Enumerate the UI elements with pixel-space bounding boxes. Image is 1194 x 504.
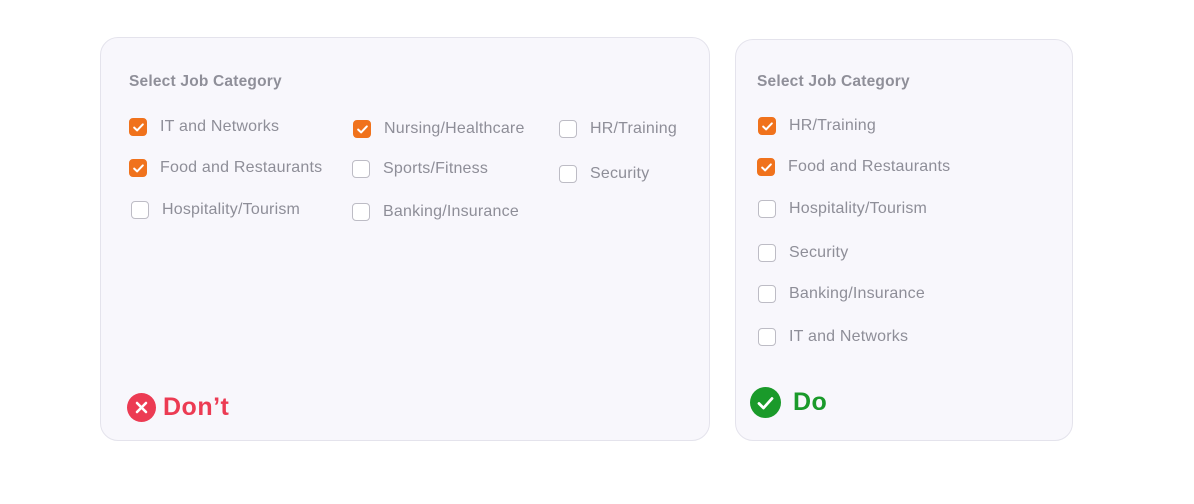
page: Select Job Category IT and Networks Food…	[0, 0, 1194, 504]
do-option-hospitality-tourism[interactable]: Hospitality/Tourism	[758, 198, 927, 220]
option-label: HR/Training	[789, 117, 876, 134]
checkbox-icon[interactable]	[758, 285, 776, 303]
do-example-card: Select Job Category HR/Training Food and…	[735, 39, 1073, 441]
do-option-it-networks[interactable]: IT and Networks	[758, 326, 908, 348]
dont-option-hr-training[interactable]: HR/Training	[559, 118, 677, 140]
do-option-hr-training[interactable]: HR/Training	[758, 115, 876, 137]
do-option-food-restaurants[interactable]: Food and Restaurants	[757, 156, 950, 178]
option-label: IT and Networks	[789, 328, 909, 345]
checkbox-checked-icon[interactable]	[758, 117, 776, 135]
dont-option-food-restaurants[interactable]: Food and Restaurants	[129, 157, 322, 179]
dont-option-sports-fitness[interactable]: Sports/Fitness	[352, 158, 488, 180]
dont-option-nursing-healthcare[interactable]: Nursing/Healthcare	[353, 118, 525, 140]
do-verdict: Do	[750, 387, 827, 418]
checkbox-checked-icon[interactable]	[129, 118, 147, 136]
do-card-title: Select Job Category	[757, 73, 910, 90]
checkbox-icon[interactable]	[131, 201, 149, 219]
do-option-banking-insurance[interactable]: Banking/Insurance	[758, 283, 925, 305]
option-label: Sports/Fitness	[383, 160, 489, 177]
checkbox-icon[interactable]	[352, 203, 370, 221]
dont-option-hospitality-tourism[interactable]: Hospitality/Tourism	[131, 199, 300, 221]
do-option-security[interactable]: Security	[758, 242, 848, 264]
checkbox-icon[interactable]	[758, 200, 776, 218]
option-label: Food and Restaurants	[160, 159, 323, 176]
option-label: Food and Restaurants	[788, 158, 951, 175]
option-label: Security	[590, 165, 650, 182]
dont-option-banking-insurance[interactable]: Banking/Insurance	[352, 201, 519, 223]
checkbox-icon[interactable]	[559, 165, 577, 183]
option-label: IT and Networks	[160, 118, 280, 135]
checkbox-icon[interactable]	[758, 244, 776, 262]
option-label: Security	[789, 244, 849, 261]
checkbox-icon[interactable]	[559, 120, 577, 138]
dont-option-it-networks[interactable]: IT and Networks	[129, 116, 279, 138]
checkbox-icon[interactable]	[352, 160, 370, 178]
checkbox-icon[interactable]	[758, 328, 776, 346]
x-circle-icon	[127, 393, 156, 422]
option-label: Nursing/Healthcare	[384, 120, 525, 137]
checkbox-checked-icon[interactable]	[129, 159, 147, 177]
dont-verdict: Don’t	[127, 393, 229, 422]
checkbox-checked-icon[interactable]	[353, 120, 371, 138]
option-label: Hospitality/Tourism	[162, 201, 301, 218]
checkbox-checked-icon[interactable]	[757, 158, 775, 176]
dont-option-security[interactable]: Security	[559, 163, 649, 185]
dont-verdict-label: Don’t	[163, 393, 230, 421]
option-label: Banking/Insurance	[383, 203, 519, 220]
option-label: Banking/Insurance	[789, 285, 925, 302]
dont-card-title: Select Job Category	[129, 73, 282, 90]
dont-example-card: Select Job Category IT and Networks Food…	[100, 37, 710, 441]
option-label: Hospitality/Tourism	[789, 200, 928, 217]
do-verdict-label: Do	[793, 388, 828, 416]
check-circle-icon	[750, 387, 781, 418]
option-label: HR/Training	[590, 120, 677, 137]
